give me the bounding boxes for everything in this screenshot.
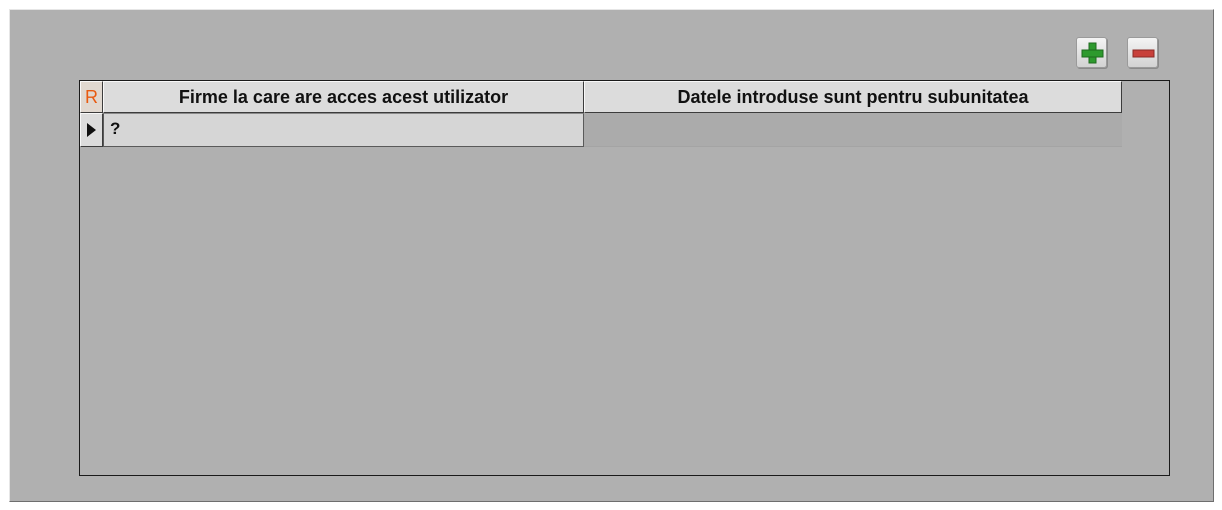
remove-record-button[interactable] xyxy=(1127,37,1158,68)
row-selector[interactable] xyxy=(80,113,103,147)
minus-icon xyxy=(1132,49,1155,58)
cell-firma[interactable]: ? xyxy=(103,113,584,147)
add-record-button[interactable] xyxy=(1076,37,1107,68)
row-pointer-icon xyxy=(87,123,96,137)
record-indicator-header: R xyxy=(80,81,103,113)
companies-grid[interactable]: R Firme la care are acces acest utilizat… xyxy=(79,80,1170,476)
column-header-firme[interactable]: Firme la care are acces acest utilizator xyxy=(103,81,584,113)
column-header-subunitate[interactable]: Datele introduse sunt pentru subunitatea xyxy=(584,81,1122,113)
form-panel: R Firme la care are acces acest utilizat… xyxy=(9,9,1214,502)
plus-icon xyxy=(1081,42,1104,64)
cell-subunitate[interactable] xyxy=(584,113,1122,147)
